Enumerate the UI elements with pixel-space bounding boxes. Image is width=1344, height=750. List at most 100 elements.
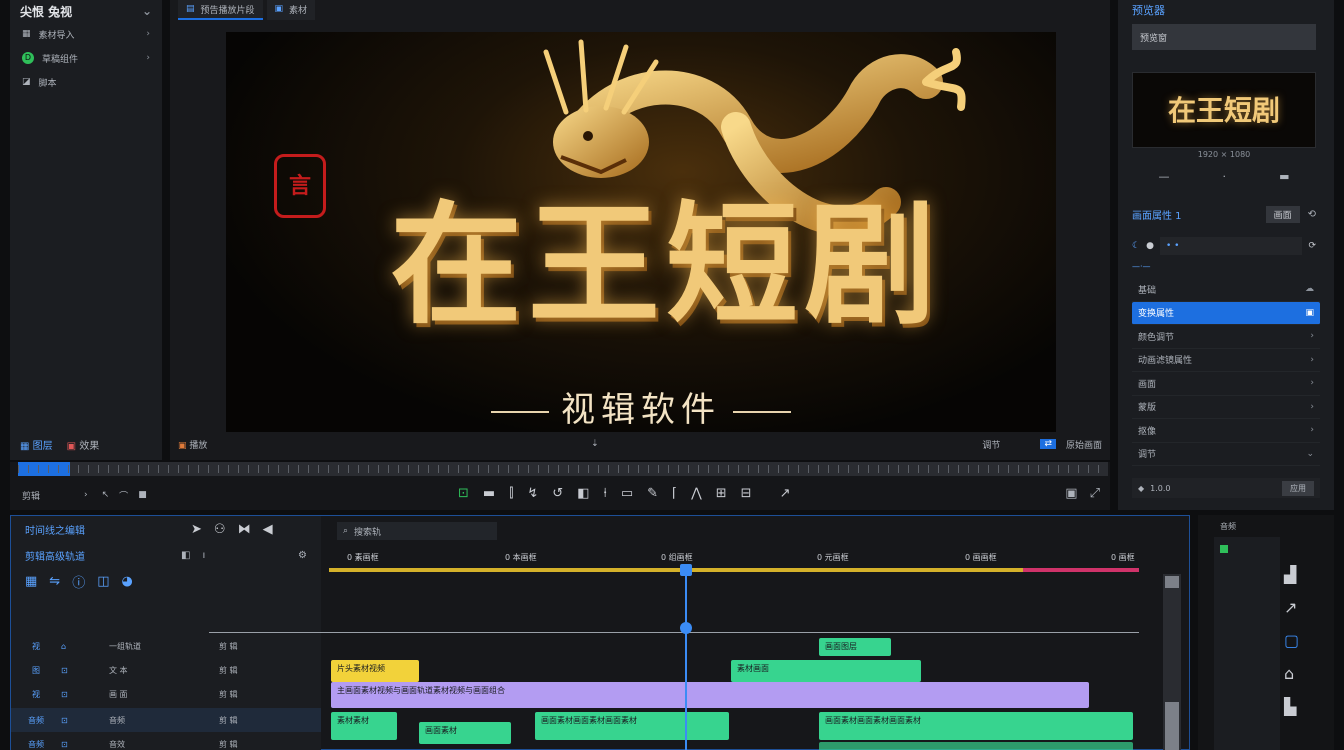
cursor-icon[interactable]: ➤ <box>191 522 202 537</box>
pointer-icon[interactable]: ↖ <box>102 490 110 500</box>
clip[interactable]: 素材画面 <box>731 660 921 682</box>
track-row[interactable]: 视 ⌂ 一组轨道 剪 辑 <box>11 634 321 658</box>
tab-media[interactable]: ▣ 素材 <box>266 0 316 20</box>
layout-icon[interactable]: ▦ <box>25 574 37 589</box>
fullscreen-button[interactable]: ▬ <box>1279 170 1289 186</box>
track-icon: ⌂ <box>61 641 67 651</box>
curve-tool-icon[interactable]: ⋀ <box>691 486 702 501</box>
keyframe-field[interactable]: • • <box>1159 237 1303 255</box>
screen-icon[interactable]: ▣ <box>1065 486 1077 501</box>
track-field-b[interactable]: ı <box>202 550 205 561</box>
vertical-scrollbar[interactable] <box>1163 574 1181 750</box>
property-item[interactable]: 画面 › <box>1132 372 1320 396</box>
media-panel-header[interactable]: 尖恨 兔视 ⌄ <box>10 0 162 22</box>
property-mode-select[interactable]: 画面 <box>1265 206 1300 223</box>
playhead[interactable] <box>680 564 692 750</box>
info-icon[interactable]: ⓘ <box>72 572 85 591</box>
effects-button[interactable]: ▣ 效果 <box>67 437 100 452</box>
marker-tool-icon[interactable]: ⍿ <box>603 486 606 501</box>
chart-icon[interactable]: ▟ <box>1284 565 1299 584</box>
property-item[interactable]: 颜色调节 › <box>1132 325 1320 349</box>
color-icon[interactable]: ◕ <box>122 574 133 589</box>
moon-icon[interactable]: ☾ <box>1132 241 1140 251</box>
export-arrow-icon[interactable]: ↗ <box>780 486 791 501</box>
magnet-icon[interactable]: ⧓ <box>238 522 251 537</box>
undo-icon[interactable]: ↺ <box>552 486 563 501</box>
clip-icon[interactable]: ◫ <box>97 574 109 589</box>
media-item-drafts[interactable]: D 草稿组件 › <box>10 46 162 70</box>
refresh-icon[interactable]: ⟳ <box>1308 241 1316 251</box>
toggle-icon[interactable]: ● <box>1146 241 1154 251</box>
select-tool-icon[interactable]: ⊡ <box>458 486 469 501</box>
media-item-import[interactable]: ▦ 素材导入 › <box>10 22 162 46</box>
clip[interactable]: 素材素材 <box>331 712 397 740</box>
inspector-thumbnail[interactable]: 在王短剧 <box>1132 72 1316 148</box>
viewer-tabs: ▤ 预告播放片段 ▣ 素材 <box>178 0 316 20</box>
stop-icon[interactable]: ■ <box>138 490 147 500</box>
property-item[interactable]: 蒙版 › <box>1132 396 1320 419</box>
track-row[interactable]: 音频 ⊡ 音效 剪 辑 <box>11 732 321 750</box>
trim-tool-icon[interactable]: ⫿ <box>509 486 513 501</box>
property-item[interactable]: 抠像 › <box>1132 419 1320 443</box>
crop-icon[interactable]: ▢ <box>1284 631 1299 650</box>
search-input[interactable]: 搜索轨 <box>354 525 381 538</box>
work-area-bar[interactable] <box>329 568 1139 572</box>
adjust-button[interactable]: 调节 <box>982 438 1000 451</box>
expand-icon[interactable]: ⤢ <box>1090 486 1100 501</box>
clip[interactable] <box>819 742 1133 750</box>
arrow-icon[interactable]: › <box>84 490 88 500</box>
playhead-node[interactable] <box>680 622 692 634</box>
ratio-toggle[interactable]: ⇄ <box>1040 439 1056 449</box>
property-item[interactable]: 动画滤镜属性 › <box>1132 349 1320 372</box>
hand-icon[interactable]: ⌒ <box>119 489 128 502</box>
tab-preview[interactable]: ▤ 预告播放片段 <box>178 0 263 20</box>
prev-frame-button[interactable]: — <box>1159 170 1170 186</box>
link-icon[interactable]: ⚇ <box>214 522 226 537</box>
text-tool-icon[interactable]: ▭ <box>621 486 633 501</box>
bracket-tool-icon[interactable]: ⌈ <box>672 486 677 501</box>
property-item-active[interactable]: 变换属性 ▣ <box>1132 301 1320 325</box>
scrollbar-thumb[interactable] <box>1165 702 1179 750</box>
pen-tool-icon[interactable]: ✎ <box>647 486 658 501</box>
track-row[interactable]: 视 ⊡ 画 面 剪 辑 <box>11 682 321 706</box>
clip[interactable]: 画面素材画面素材画面素材 <box>819 712 1133 740</box>
shape-icon[interactable]: ⌂ <box>1284 664 1299 683</box>
layers-button[interactable]: ▦ 图层 <box>20 437 53 452</box>
track-row[interactable]: 图 ⊡ 文 本 剪 辑 <box>11 658 321 682</box>
graph-icon[interactable]: ▙ <box>1284 697 1299 716</box>
download-icon[interactable]: ⇣ <box>591 439 599 449</box>
razor-tool-icon[interactable]: ↯ <box>527 486 538 501</box>
scrollbar-top-cap[interactable] <box>1165 576 1179 588</box>
crop-tool-icon[interactable]: ◧ <box>577 486 589 501</box>
inspector-name-field[interactable]: 预览窗 <box>1132 24 1316 50</box>
track-mode: 剪 辑 <box>219 665 238 675</box>
mosaic-tool-icon[interactable]: ⊟ <box>741 486 752 501</box>
property-item[interactable]: 调节 ⌄ <box>1132 443 1320 466</box>
play-mode-button[interactable]: ▣ 播放 <box>178 438 207 451</box>
settings-icon[interactable]: ⚙ <box>298 550 307 561</box>
audio-icon[interactable]: ◀ <box>263 522 273 537</box>
chevron-down-icon[interactable]: ⌄ <box>142 4 152 18</box>
preview-canvas[interactable]: 言 在王短剧 视辑软件 <box>226 32 1056 432</box>
media-item-script[interactable]: ◪ 脚本 <box>10 70 162 94</box>
apply-button[interactable]: 应用 <box>1282 480 1314 496</box>
timeline-tracks-area[interactable]: ⌕ 搜索轨 0 素画框 0 本画框 0 组画框 0 元画框 0 画画框 0 画框… <box>209 516 1189 750</box>
original-view-button[interactable]: 原始画面 <box>1066 438 1102 451</box>
pen-icon[interactable]: ↗ <box>1284 598 1299 617</box>
clip[interactable]: 画面图层 <box>819 638 891 656</box>
link-icon[interactable]: ⟲ <box>1308 209 1316 220</box>
sync-icon[interactable]: ⇋ <box>49 574 60 589</box>
split-tool-icon[interactable]: ▬ <box>483 486 495 501</box>
grid-tool-icon[interactable]: ⊞ <box>716 486 727 501</box>
timeline-search[interactable]: ⌕ 搜索轨 <box>337 522 497 540</box>
track-field-a[interactable]: ◧ <box>181 550 190 561</box>
playhead-handle[interactable] <box>680 564 692 576</box>
mini-timeline-ruler[interactable] <box>18 462 1108 476</box>
clip[interactable]: 片头素材视频 <box>331 660 419 682</box>
clip[interactable]: 画面素材 <box>419 722 511 744</box>
property-item[interactable]: 基础 ☁ <box>1132 278 1320 302</box>
track-row-selected[interactable]: 音频 ⊡ 音频 剪 辑 <box>11 708 321 732</box>
clip[interactable]: 画面素材画面素材画面素材 <box>535 712 729 740</box>
marker-button[interactable]: · <box>1223 170 1227 186</box>
clip[interactable]: 主画面素材视频与画面轨道素材视频与画面组合 <box>331 682 1089 708</box>
